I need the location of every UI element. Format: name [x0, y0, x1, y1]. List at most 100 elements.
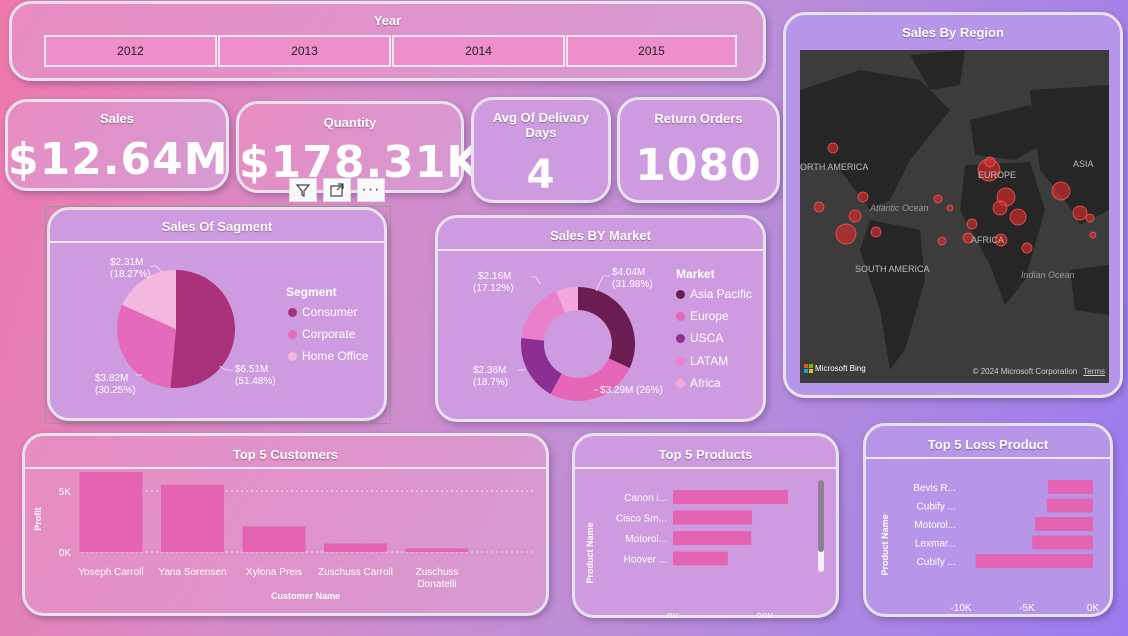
map-label-africa: AFRICA: [971, 235, 1005, 245]
customer-bar-2[interactable]: [161, 484, 224, 552]
legend-title-segment: Segment: [286, 285, 337, 299]
loss-bar-5[interactable]: [975, 554, 1093, 568]
market-value-label-3: $2.36M: [473, 365, 506, 376]
product-bar-2[interactable]: [673, 510, 753, 525]
year-option-2015[interactable]: 2015: [566, 35, 737, 67]
returns-kpi-value: 1080: [635, 140, 762, 191]
legend-item-corporate[interactable]: Corporate: [288, 327, 355, 341]
sales-bubble-18[interactable]: [966, 218, 978, 230]
landmass-australia: [1070, 265, 1109, 315]
sales-bubble-8[interactable]: [813, 201, 825, 213]
loss-bar-4[interactable]: [1032, 535, 1093, 550]
legend-item-usca[interactable]: USCA: [676, 331, 723, 345]
segment-leader-line-3[interactable]: [150, 265, 163, 273]
customer-bar-3[interactable]: [242, 526, 306, 552]
year-option-2013[interactable]: 2013: [218, 35, 391, 67]
legend-label: Home Office: [302, 349, 369, 363]
loss-bar-chart[interactable]: Product Name Bevis R... Cubify ... Motorol.…: [868, 460, 1108, 618]
legend-item-europe[interactable]: Europe: [676, 309, 729, 323]
product-bar-3[interactable]: [673, 531, 752, 545]
products-scrollbar-thumb[interactable]: [818, 480, 824, 552]
donut-slice-asia-pacific[interactable]: [578, 287, 635, 369]
sales-kpi-value: $12.64M: [8, 134, 229, 185]
market-value-label-2: $3.29M (26%): [600, 385, 663, 396]
map-title: Sales By Region: [902, 25, 1004, 40]
products-bar-chart[interactable]: Product Name Canon i... Cisco Sm... Motorol…: [579, 470, 829, 618]
legend-item-latam[interactable]: LATAM: [676, 354, 728, 368]
dashboard-canvas: Year 2012 2013 2014 2015 Sales $12.64M Q…: [0, 0, 1128, 636]
sales-bubble-16[interactable]: [1085, 213, 1095, 223]
focus-mode-button[interactable]: [323, 178, 351, 202]
customer-bar-5[interactable]: [405, 548, 469, 552]
focus-mode-icon: [330, 183, 344, 197]
loss-xtick-0k: 0K: [1087, 603, 1100, 614]
segment-pie-chart[interactable]: $6.51M(51.48%) $3.82M(30.25%) $2.31M(18.27…: [54, 242, 294, 422]
terms-link[interactable]: Terms: [1083, 367, 1105, 376]
sales-bubble-9[interactable]: [827, 142, 839, 154]
sales-bubble-5[interactable]: [1009, 208, 1027, 226]
year-option-2012[interactable]: 2012: [44, 35, 217, 67]
quantity-kpi-title: Quantity: [323, 115, 377, 130]
loss-bar-2[interactable]: [1046, 498, 1093, 513]
landmass-south-america: [860, 220, 925, 370]
returns-kpi-card: Return Orders 1080: [617, 97, 780, 203]
customers-ytick-5k: 5K: [59, 487, 72, 498]
sales-bubble-21[interactable]: [946, 204, 954, 212]
loss-bar-3[interactable]: [1034, 517, 1093, 531]
landmass-africa: [960, 162, 1045, 305]
legend-swatch: [288, 351, 297, 361]
pie-slice-consumer[interactable]: [170, 270, 236, 388]
legend-label: Consumer: [302, 305, 358, 319]
top-products-card: Top 5 Products Product Name Canon i... Cis…: [572, 433, 839, 618]
customer-xtick-5-line-1: Zuschuss: [416, 567, 459, 578]
year-option-2014[interactable]: 2014: [392, 35, 565, 67]
legend-item-home-office[interactable]: Home Office: [288, 349, 368, 363]
product-bar-1[interactable]: [673, 490, 788, 504]
market-leader-line-1[interactable]: [595, 275, 610, 292]
legend-item-asia-pacific[interactable]: Asia Pacific: [676, 287, 752, 301]
customer-bar-1[interactable]: [79, 472, 143, 552]
loss-bar-1[interactable]: [1048, 480, 1093, 494]
sales-bubble-17[interactable]: [1072, 205, 1088, 221]
world-map[interactable]: ORTH AMERICA EUROPE ASIA Atlantic Ocean …: [800, 50, 1109, 383]
more-options-icon: ···: [361, 181, 381, 198]
customers-xlabel: Customer Name: [271, 591, 341, 601]
sales-bubble-22[interactable]: [1089, 231, 1097, 239]
segment-percent-label-3: (18.27%): [110, 269, 151, 280]
market-percent-label-3: (18.7%): [473, 377, 508, 388]
donut-slice-latam[interactable]: [521, 291, 565, 341]
customers-ytick-0k: 0K: [59, 548, 72, 559]
sales-bubble-20[interactable]: [933, 194, 943, 204]
map-label-indian-ocean: Indian Ocean: [1021, 270, 1075, 280]
filter-button[interactable]: [289, 178, 317, 202]
sales-bubble-4[interactable]: [992, 200, 1008, 216]
customer-bar-4[interactable]: [324, 543, 387, 552]
map-svg: [800, 50, 1109, 370]
more-options-button[interactable]: ···: [357, 178, 385, 202]
sales-of-segment-card: Sales Of Sagment $6.51M (51.48%) $3.82M (30…: [47, 207, 387, 421]
sales-bubble-14[interactable]: [1021, 242, 1033, 254]
market-donut-chart[interactable]: $4.04M(31.98%) $3.29M (26%) $2.36M(18.7%) $…: [448, 250, 678, 422]
market-leader-line-4[interactable]: [530, 276, 541, 285]
sales-bubble-7[interactable]: [848, 209, 862, 223]
product-bar-4[interactable]: [673, 551, 728, 566]
legend-label: Corporate: [302, 327, 356, 341]
sales-bubble-10[interactable]: [870, 226, 882, 238]
sales-bubble-3[interactable]: [1051, 181, 1071, 201]
sales-by-region-card: Sales By Region ORTH AMERICA EUROPE ASIA…: [783, 12, 1123, 398]
market-percent-label-4: (17.12%): [473, 283, 514, 294]
legend-swatch: [676, 356, 685, 366]
legend-swatch: [288, 329, 297, 339]
loss-ytick-4: Lexmar...: [915, 539, 956, 550]
legend-item-consumer[interactable]: Consumer: [288, 305, 357, 319]
sales-bubble-15[interactable]: [937, 236, 947, 246]
legend-item-africa[interactable]: Africa: [676, 376, 721, 390]
sales-bubble-6[interactable]: [835, 223, 857, 245]
products-chart-title: Top 5 Products: [658, 447, 753, 462]
sales-bubble-19[interactable]: [984, 156, 996, 168]
products-scrollbar[interactable]: [818, 480, 824, 572]
segment-value-label-3: $2.31M: [110, 257, 143, 268]
sales-bubble-11[interactable]: [857, 191, 869, 203]
segment-percent-label-1: (51.48%): [235, 376, 276, 387]
bing-attribution: Microsoft Bing: [804, 364, 866, 373]
